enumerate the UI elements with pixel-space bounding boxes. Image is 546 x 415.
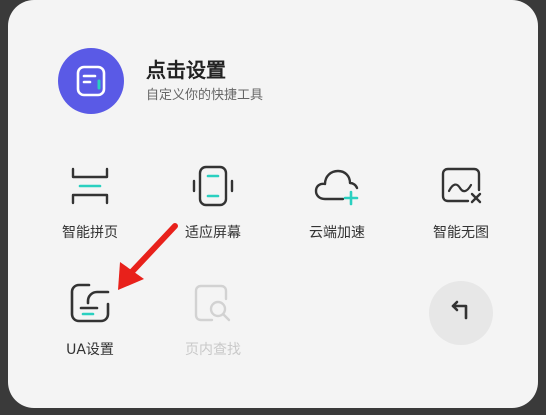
tool-smart-no-image[interactable]: 智能无图 [406, 160, 516, 242]
fit-screen-icon [187, 160, 239, 212]
tool-fit-screen[interactable]: 适应屏幕 [158, 160, 268, 242]
document-icon [58, 48, 124, 114]
tool-cloud-accelerate[interactable]: 云端加速 [282, 160, 392, 242]
tool-label: 适应屏幕 [185, 225, 241, 241]
tool-smart-page-join[interactable]: 智能拼页 [35, 160, 145, 242]
tool-label: UA设置 [66, 342, 114, 358]
tool-label: 智能无图 [433, 225, 489, 241]
quick-tools-panel: 点击设置 自定义你的快捷工具 智能拼页 适应屏幕 云端加速 智能无图 UA设置 … [8, 0, 538, 408]
tool-label: 云端加速 [309, 225, 365, 241]
page-join-icon [64, 160, 116, 212]
page-subtitle: 自定义你的快捷工具 [146, 88, 264, 103]
panel-header: 点击设置 自定义你的快捷工具 [58, 48, 263, 114]
return-arrow-icon [447, 297, 475, 329]
tool-find-in-page[interactable]: 页内查找 [158, 277, 268, 359]
find-in-page-icon [187, 277, 239, 329]
ua-setting-icon [64, 277, 116, 329]
no-image-icon [435, 160, 487, 212]
cloud-accelerate-icon [311, 160, 363, 212]
tool-ua-settings[interactable]: UA设置 [35, 277, 145, 359]
back-button[interactable] [429, 281, 493, 345]
tool-label: 智能拼页 [62, 225, 118, 241]
tool-label: 页内查找 [185, 342, 241, 358]
page-title: 点击设置 [146, 58, 226, 82]
